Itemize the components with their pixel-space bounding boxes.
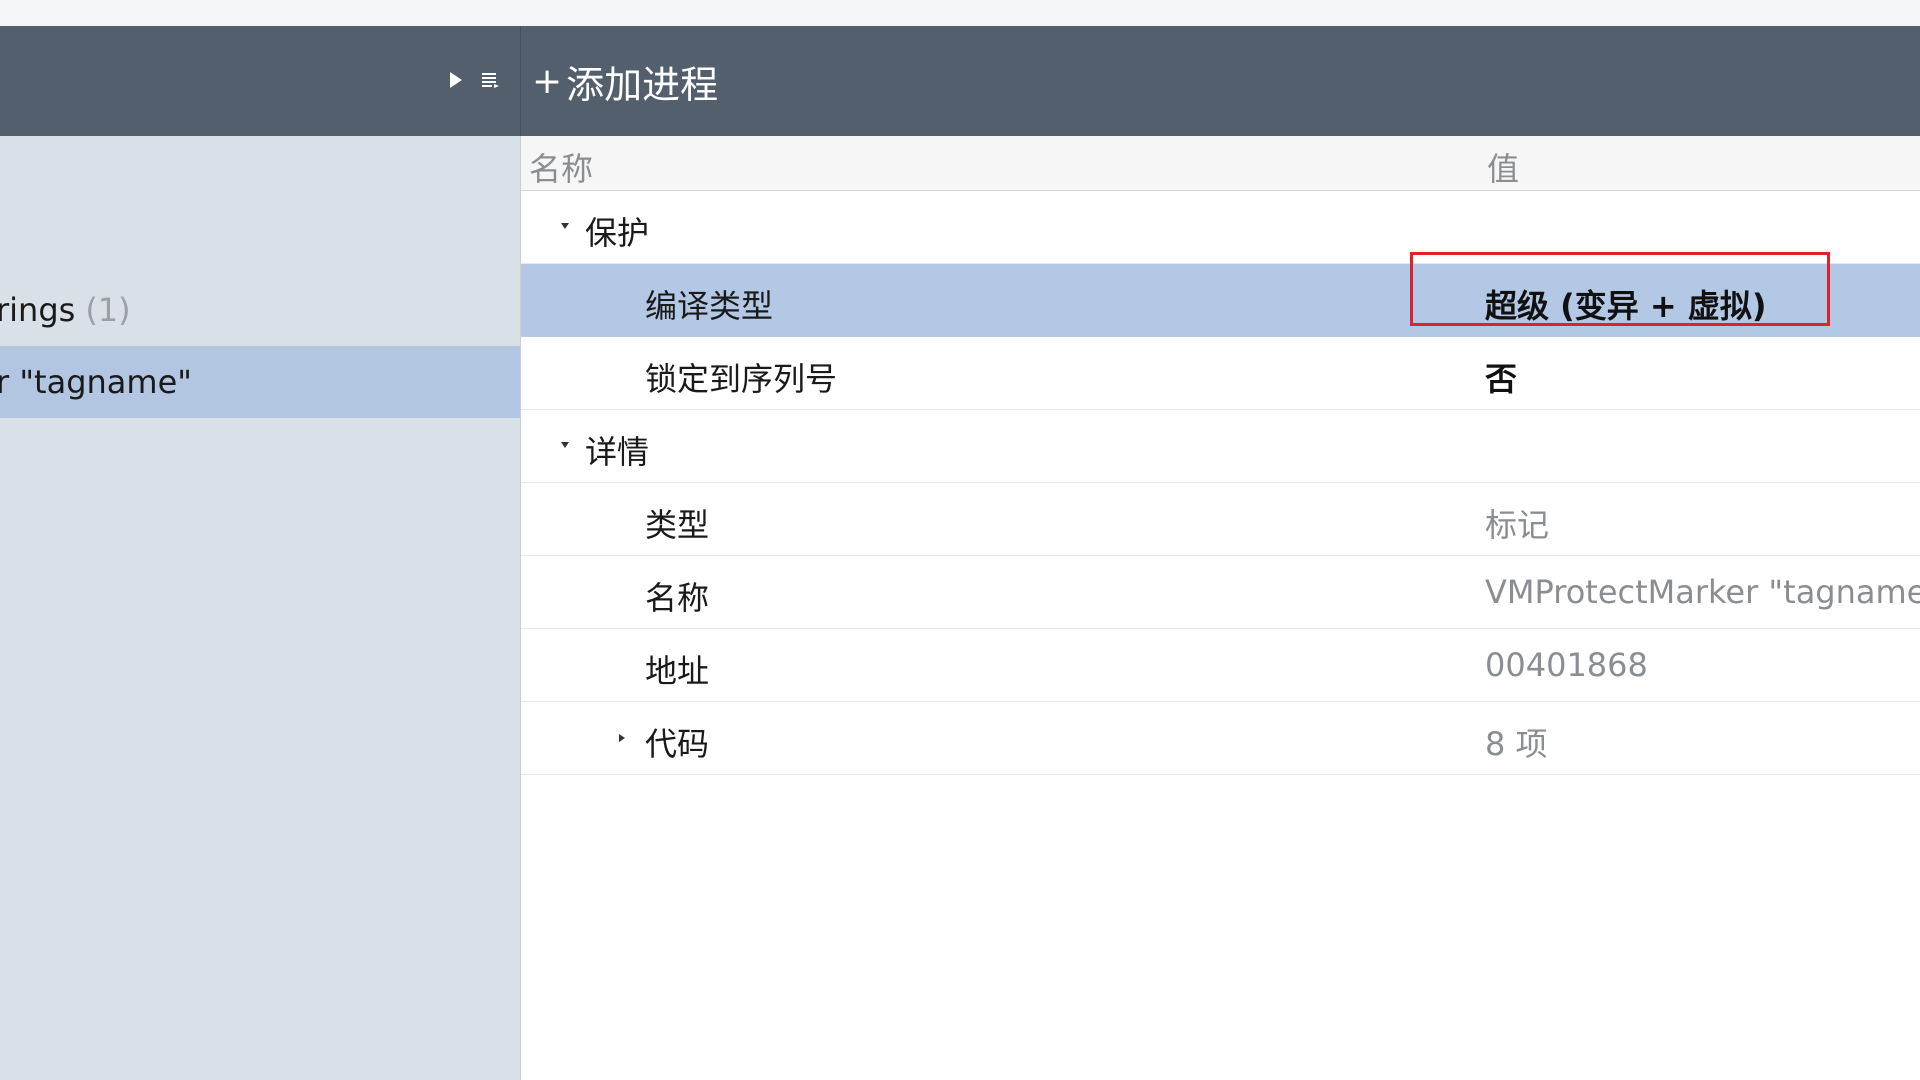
sidebar: rings (1) r "tagname" bbox=[0, 136, 521, 1080]
row-name: 锁定到序列号 bbox=[645, 360, 838, 398]
sidebar-item-tagname[interactable]: r "tagname" bbox=[0, 346, 520, 418]
table-row-lock-to-serial[interactable]: 锁定到序列号 否 bbox=[521, 337, 1920, 410]
plus-icon: + bbox=[532, 60, 563, 102]
row-value: 标记 bbox=[1485, 506, 1550, 544]
row-value[interactable]: 否 bbox=[1485, 354, 1517, 400]
list-menu-icon[interactable] bbox=[480, 70, 500, 90]
row-value[interactable]: 超级 (变异 + 虚拟) bbox=[1485, 281, 1767, 327]
window-top-strip bbox=[0, 0, 1920, 26]
row-name: 名称 bbox=[645, 579, 710, 617]
row-name: 编译类型 bbox=[645, 287, 774, 325]
toolbar: + 添加进程 bbox=[0, 26, 1920, 136]
row-name: 地址 bbox=[645, 652, 710, 690]
table-header: 名称 值 bbox=[521, 136, 1920, 191]
row-name: 保护 bbox=[585, 214, 650, 252]
sidebar-item-label: rings bbox=[0, 291, 76, 329]
sidebar-item-count: (1) bbox=[85, 291, 131, 329]
table-row-name[interactable]: 名称 VMProtectMarker "tagname" bbox=[521, 556, 1920, 629]
row-name: 代码 bbox=[645, 725, 710, 763]
row-name: 类型 bbox=[645, 506, 710, 544]
row-value: VMProtectMarker "tagname" bbox=[1485, 573, 1920, 611]
column-header-value[interactable]: 值 bbox=[1487, 144, 1519, 190]
expand-arrow-icon[interactable] bbox=[561, 442, 569, 448]
table-row-address[interactable]: 地址 00401868 bbox=[521, 629, 1920, 702]
table-row-type[interactable]: 类型 标记 bbox=[521, 483, 1920, 556]
row-value: 00401868 bbox=[1485, 646, 1648, 684]
column-header-name[interactable]: 名称 bbox=[529, 144, 593, 190]
sidebar-item-strings[interactable]: rings (1) bbox=[0, 274, 516, 346]
toolbar-left-panel bbox=[0, 26, 521, 136]
row-name: 详情 bbox=[585, 433, 650, 471]
play-icon[interactable] bbox=[448, 70, 464, 90]
add-process-label: 添加进程 bbox=[566, 62, 719, 107]
group-row-details[interactable]: 详情 bbox=[521, 410, 1920, 483]
row-value: 8 项 bbox=[1485, 725, 1548, 763]
table-row-compilation-type[interactable]: 编译类型 超级 (变异 + 虚拟) bbox=[521, 264, 1920, 337]
add-process-button[interactable]: + 添加进程 bbox=[532, 52, 718, 110]
table-row-code[interactable]: 代码 8 项 bbox=[521, 702, 1920, 775]
expand-arrow-icon[interactable] bbox=[619, 734, 625, 742]
properties-panel: 名称 值 保护 编译类型 超级 (变异 + 虚拟) 锁定到序列号 否 详情 类型… bbox=[521, 136, 1920, 1080]
sidebar-item-label: r "tagname" bbox=[0, 363, 192, 401]
group-row-protection[interactable]: 保护 bbox=[521, 191, 1920, 264]
expand-arrow-icon[interactable] bbox=[561, 223, 569, 229]
